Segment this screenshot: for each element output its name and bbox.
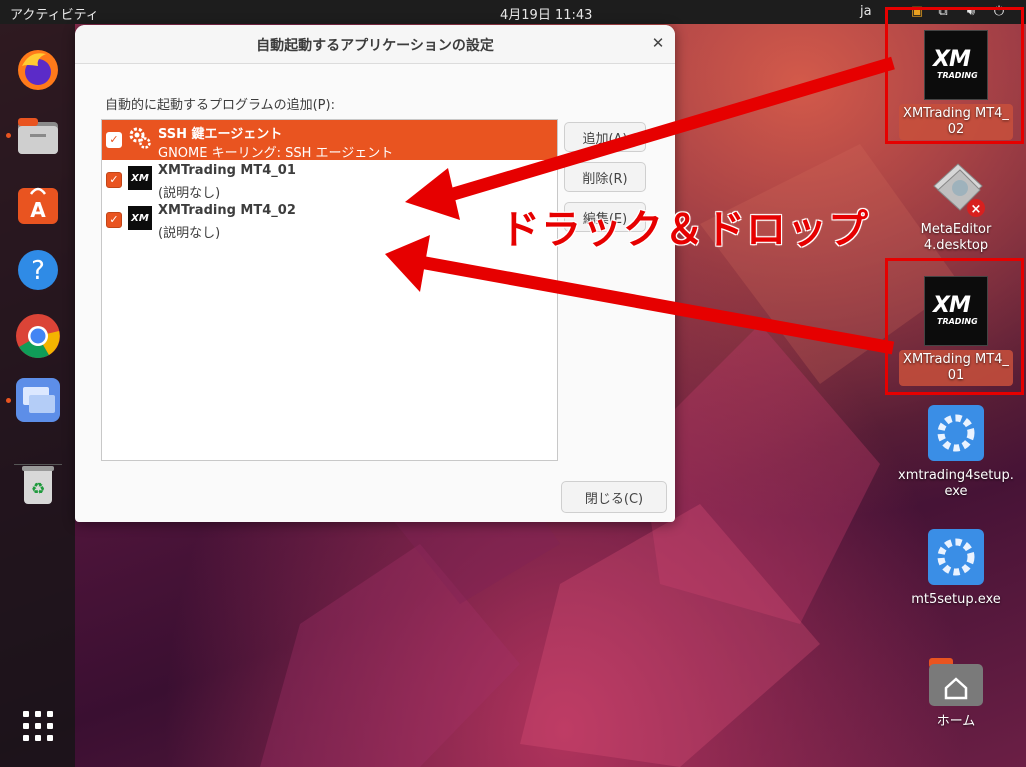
desktop-icon-metaeditor[interactable]: × MetaEditor 4.desktop xyxy=(892,156,1020,254)
show-apps-icon[interactable] xyxy=(14,702,62,750)
window-switcher-icon[interactable] xyxy=(14,376,62,424)
app-center-icon[interactable]: A xyxy=(14,180,62,228)
startup-applications-dialog: 自動起動するアプリケーションの設定 ✕ 自動的に起動するプログラムの追加(P):… xyxy=(75,25,675,522)
gear-icon xyxy=(928,529,984,585)
close-icon[interactable]: ✕ xyxy=(649,34,667,52)
desktop-icon-home[interactable]: ホーム xyxy=(892,654,1020,730)
home-folder-icon xyxy=(929,658,983,706)
running-indicator xyxy=(6,398,11,403)
clock[interactable]: 4月19日 11:43 xyxy=(500,4,592,23)
highlight-box xyxy=(885,7,1024,144)
dialog-title: 自動起動するアプリケーションの設定 xyxy=(256,38,494,54)
list-item[interactable]: ✓ XM XMTrading MT4_01 (説明なし) xyxy=(102,160,557,201)
item-subtitle: GNOME キーリング: SSH エージェント xyxy=(158,146,394,161)
startup-program-list[interactable]: ✓ SSH 鍵エージェント GNOME キーリング: SSH エージェント ✓ … xyxy=(101,119,558,461)
xm-app-icon: XM xyxy=(128,166,152,190)
list-item[interactable]: ✓ XM XMTrading MT4_02 (説明なし) xyxy=(102,200,557,241)
gear-icon xyxy=(928,405,984,461)
chrome-icon[interactable] xyxy=(14,312,62,360)
icon-label: 4.desktop xyxy=(923,238,989,253)
top-bar: アクティビティ 4月19日 11:43 ja ▣ ⧉ 🔊︎ ⏻ xyxy=(0,0,1026,24)
running-indicator xyxy=(6,133,11,138)
enabled-checkbox[interactable]: ✓ xyxy=(106,212,122,228)
item-title: SSH 鍵エージェント xyxy=(158,127,283,142)
item-title: XMTrading MT4_02 xyxy=(158,203,296,218)
close-button[interactable]: 閉じる(C) xyxy=(561,481,667,513)
input-language-indicator[interactable]: ja xyxy=(860,4,872,19)
svg-text:?: ? xyxy=(31,256,45,286)
dock: A ? ♻ xyxy=(0,24,75,767)
firefox-icon[interactable] xyxy=(14,46,62,94)
drag-and-drop-annotation: ドラック＆ドロップ xyxy=(500,207,869,253)
item-title: XMTrading MT4_01 xyxy=(158,163,296,178)
trash-icon[interactable]: ♻ xyxy=(14,460,62,508)
list-label: 自動的に起動するプログラムの追加(P): xyxy=(105,98,335,113)
icon-label: mt5setup.exe xyxy=(911,592,1001,607)
help-icon[interactable]: ? xyxy=(14,246,62,294)
icon-label: MetaEditor xyxy=(920,222,992,237)
svg-text:A: A xyxy=(30,198,46,222)
files-icon[interactable] xyxy=(14,112,62,160)
xm-app-icon: XM xyxy=(128,206,152,230)
svg-text:XM: XM xyxy=(130,173,149,184)
highlight-box xyxy=(885,258,1024,395)
svg-text:♻: ♻ xyxy=(31,479,45,498)
dialog-header: 自動起動するアプリケーションの設定 ✕ xyxy=(75,25,675,64)
item-subtitle: (説明なし) xyxy=(158,226,221,241)
metaeditor-icon: × xyxy=(933,163,985,217)
activities-button[interactable]: アクティビティ xyxy=(10,4,99,23)
gears-icon xyxy=(129,127,151,149)
icon-label: exe xyxy=(944,484,968,499)
item-subtitle: (説明なし) xyxy=(158,186,221,201)
list-item[interactable]: ✓ SSH 鍵エージェント GNOME キーリング: SSH エージェント xyxy=(102,120,557,161)
svg-text:×: × xyxy=(971,202,982,217)
icon-label: xmtrading4setup. xyxy=(898,468,1014,483)
remove-button[interactable]: 削除(R) xyxy=(564,162,646,192)
desktop-icon-xmtrading4setup[interactable]: xmtrading4setup. exe xyxy=(892,404,1020,500)
svg-text:XM: XM xyxy=(130,213,149,224)
enabled-checkbox[interactable]: ✓ xyxy=(106,172,122,188)
enabled-checkbox[interactable]: ✓ xyxy=(106,132,122,148)
icon-label: ホーム xyxy=(936,714,976,729)
desktop-icon-mt5setup[interactable]: mt5setup.exe xyxy=(892,528,1020,608)
add-button[interactable]: 追加(A) xyxy=(564,122,646,152)
